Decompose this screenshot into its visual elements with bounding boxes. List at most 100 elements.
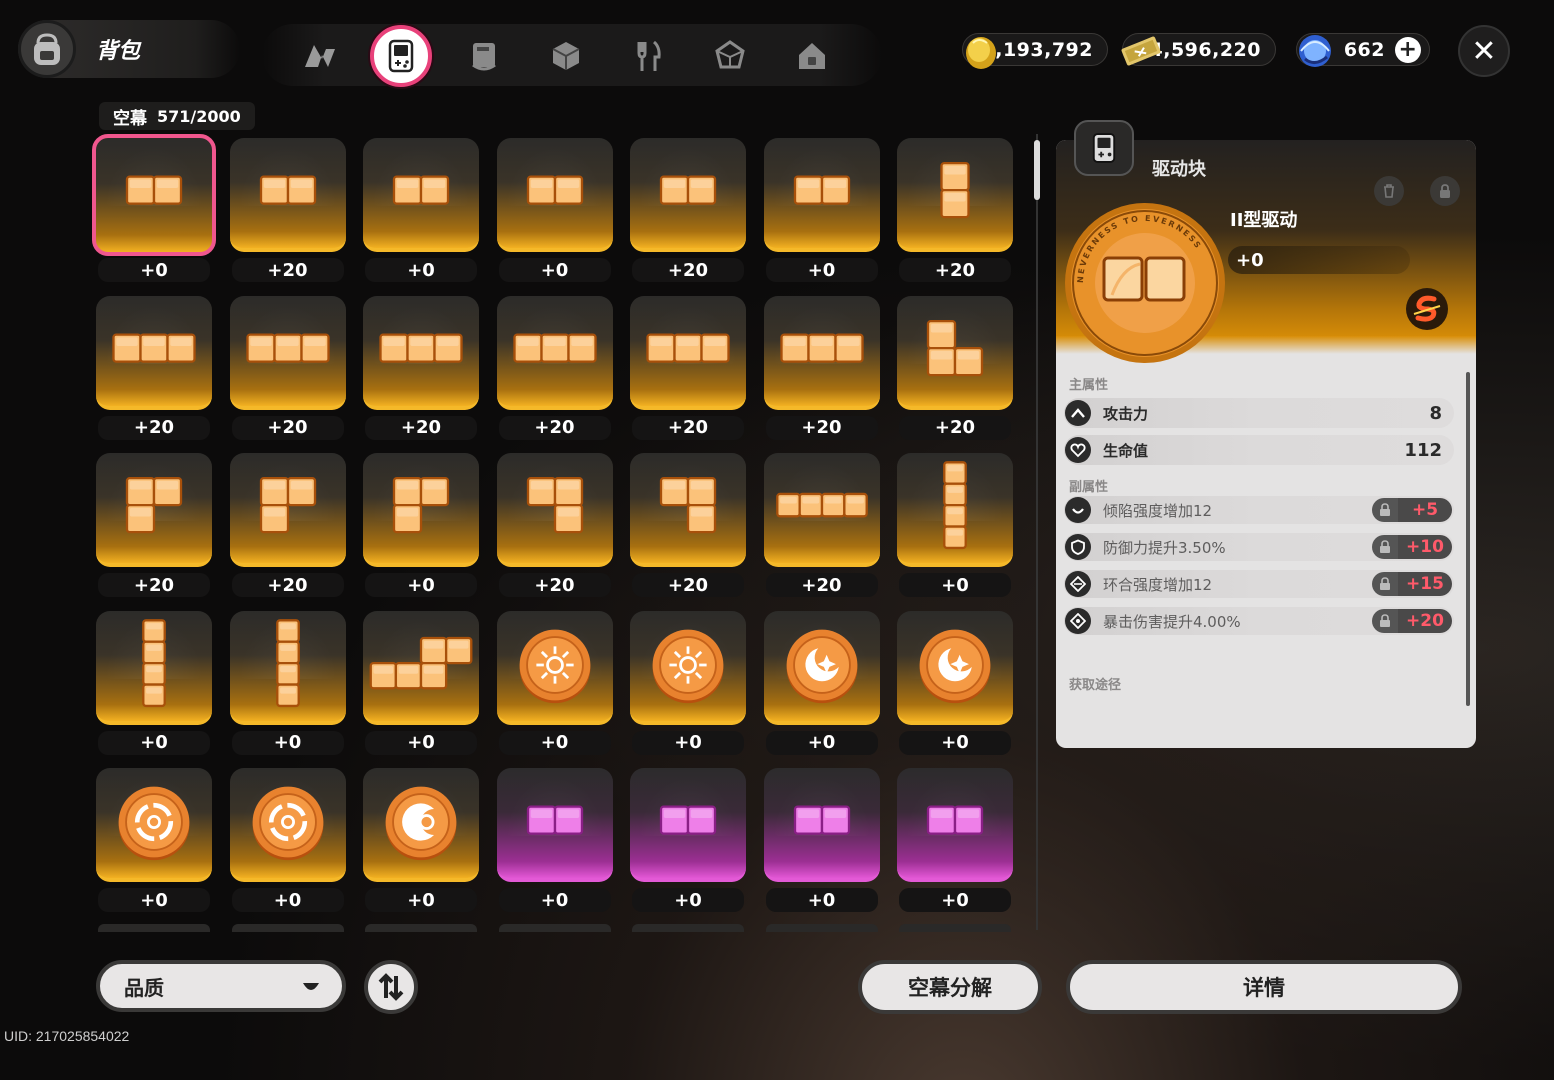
inventory-slot[interactable]: +20 <box>92 449 212 599</box>
item-level-label: +20 <box>632 415 744 440</box>
tab-cube-icon[interactable] <box>538 28 594 84</box>
item-level-label: +0 <box>231 730 344 755</box>
item-level-label: +20 <box>765 573 878 597</box>
drive-block-card <box>897 138 1013 252</box>
tab-gem-icon[interactable] <box>702 28 758 84</box>
inventory-slot[interactable]: +0 <box>493 134 613 284</box>
inventory-slot[interactable]: +0 <box>92 134 216 284</box>
inventory-slot[interactable]: +0 <box>359 764 479 914</box>
inventory-slot[interactable]: +0 <box>893 607 1013 757</box>
inventory-slot[interactable]: +20 <box>493 292 613 442</box>
item-level-label: +0 <box>498 888 611 912</box>
orb-amount: 662 <box>1343 38 1385 61</box>
item-level-label: +20 <box>365 415 477 440</box>
trash-icon <box>1384 184 1394 198</box>
inventory-slot[interactable]: +0 <box>359 449 479 599</box>
sub-stat-row: 环合强度增加12 +15 <box>1064 570 1454 598</box>
acquisition-label: 获取途径 <box>1069 678 1122 693</box>
chevron-down-icon <box>303 983 319 990</box>
lock-icon[interactable] <box>1372 498 1398 522</box>
inventory-scrollbar[interactable] <box>1034 134 1040 930</box>
stat-name: 攻击力 <box>1103 404 1149 423</box>
drive-block-card <box>96 768 212 882</box>
drive-shape-icon <box>512 332 597 363</box>
item-level-label: +20 <box>899 258 1011 282</box>
inventory-slot[interactable]: +0 <box>760 607 880 757</box>
inventory-slot[interactable]: +20 <box>92 292 212 442</box>
inventory-slot[interactable]: +0 <box>626 607 746 757</box>
inventory-slot[interactable]: +0 <box>493 764 613 914</box>
inventory-slot[interactable]: +0 <box>626 764 746 914</box>
drive-block-card <box>229 768 346 882</box>
drive-block-card <box>363 610 479 725</box>
inventory-slot[interactable]: +20 <box>226 292 346 442</box>
tab-fork-knife-icon[interactable] <box>620 28 676 84</box>
drive-block-card <box>363 295 479 410</box>
inventory-slot[interactable]: +0 <box>493 607 613 757</box>
inventory-slot[interactable]: +20 <box>626 449 746 599</box>
inventory-slot[interactable]: +0 <box>893 764 1013 914</box>
detail-scrollbar[interactable] <box>1466 372 1470 706</box>
backpack-icon <box>18 20 76 78</box>
stat-name: 环合强度增加12 <box>1103 575 1213 594</box>
tab-house-icon[interactable] <box>784 28 840 84</box>
sort-order-button[interactable] <box>364 960 418 1014</box>
details-button[interactable]: 详情 <box>1066 960 1462 1014</box>
inventory-slot[interactable]: +0 <box>92 607 212 757</box>
tab-nevernote-logo-icon[interactable] <box>292 28 348 84</box>
inventory-slot[interactable]: +20 <box>893 134 1013 284</box>
item-level-label: +20 <box>498 573 611 597</box>
lock-icon[interactable] <box>1372 609 1398 633</box>
drive-block-card <box>229 610 346 725</box>
inventory-scroll-thumb[interactable] <box>1034 140 1040 200</box>
lock-icon[interactable] <box>1372 572 1398 596</box>
inventory-slot[interactable]: +20 <box>893 292 1013 442</box>
drive-block-card <box>96 295 212 410</box>
main-stat-attack: 攻击力 8 <box>1064 398 1454 428</box>
inventory-slot[interactable]: +0 <box>359 134 479 284</box>
quality-filter-label: 品质 <box>124 975 164 1000</box>
inventory-slot[interactable]: +0 <box>760 764 880 914</box>
drive-block-card <box>92 134 216 256</box>
inventory-slot[interactable]: +20 <box>226 449 346 599</box>
sub-stat-level: +15 <box>1398 572 1452 596</box>
gold-coin-icon <box>966 37 996 69</box>
item-level-label: +0 <box>899 573 1011 597</box>
add-orb-button[interactable]: + <box>1395 36 1421 63</box>
discard-button[interactable] <box>1374 176 1404 206</box>
decompose-button[interactable]: 空幕分解 <box>858 960 1042 1014</box>
drive-shape-icon <box>252 786 323 861</box>
inventory-slot[interactable]: +0 <box>226 764 346 914</box>
drive-block-card <box>363 768 479 882</box>
inventory-slot[interactable]: +20 <box>760 449 880 599</box>
drive-shape-icon <box>659 476 717 534</box>
tab-book-icon[interactable] <box>456 28 512 84</box>
drive-block-card <box>763 610 880 725</box>
item-level-label: +20 <box>498 415 611 440</box>
inventory-slot[interactable]: +0 <box>226 607 346 757</box>
lock-button[interactable] <box>1430 176 1460 206</box>
drive-shape-icon <box>659 175 717 205</box>
inventory-slot[interactable]: +20 <box>493 449 613 599</box>
inventory-slot[interactable]: +20 <box>626 292 746 442</box>
inventory-slot[interactable]: +0 <box>92 764 212 914</box>
inventory-slot[interactable]: +0 <box>893 449 1013 599</box>
tab-handheld-console-icon[interactable] <box>370 25 432 87</box>
inventory-slot[interactable]: +0 <box>760 134 880 284</box>
drive-shape-icon <box>125 476 183 534</box>
inventory-slot[interactable]: +20 <box>626 134 746 284</box>
close-button[interactable]: ✕ <box>1458 25 1510 77</box>
sub-stat-row: 倾陷强度增加12 +5 <box>1064 496 1454 524</box>
inventory-slot[interactable]: +0 <box>359 607 479 757</box>
inventory-slot[interactable]: +20 <box>359 292 479 442</box>
inventory-slot[interactable]: +20 <box>760 292 880 442</box>
stat-name: 暴击伤害提升4.00% <box>1103 612 1241 631</box>
item-level-label: +20 <box>632 573 744 597</box>
next-row-edge <box>765 923 878 932</box>
stat-name: 防御力提升3.50% <box>1103 538 1226 557</box>
inventory-slot[interactable]: +20 <box>226 134 346 284</box>
sub-stats-label: 副属性 <box>1069 480 1109 495</box>
drive-shape-icon <box>926 805 984 835</box>
lock-icon[interactable] <box>1372 535 1398 559</box>
quality-filter-select[interactable]: 品质 <box>96 960 346 1012</box>
